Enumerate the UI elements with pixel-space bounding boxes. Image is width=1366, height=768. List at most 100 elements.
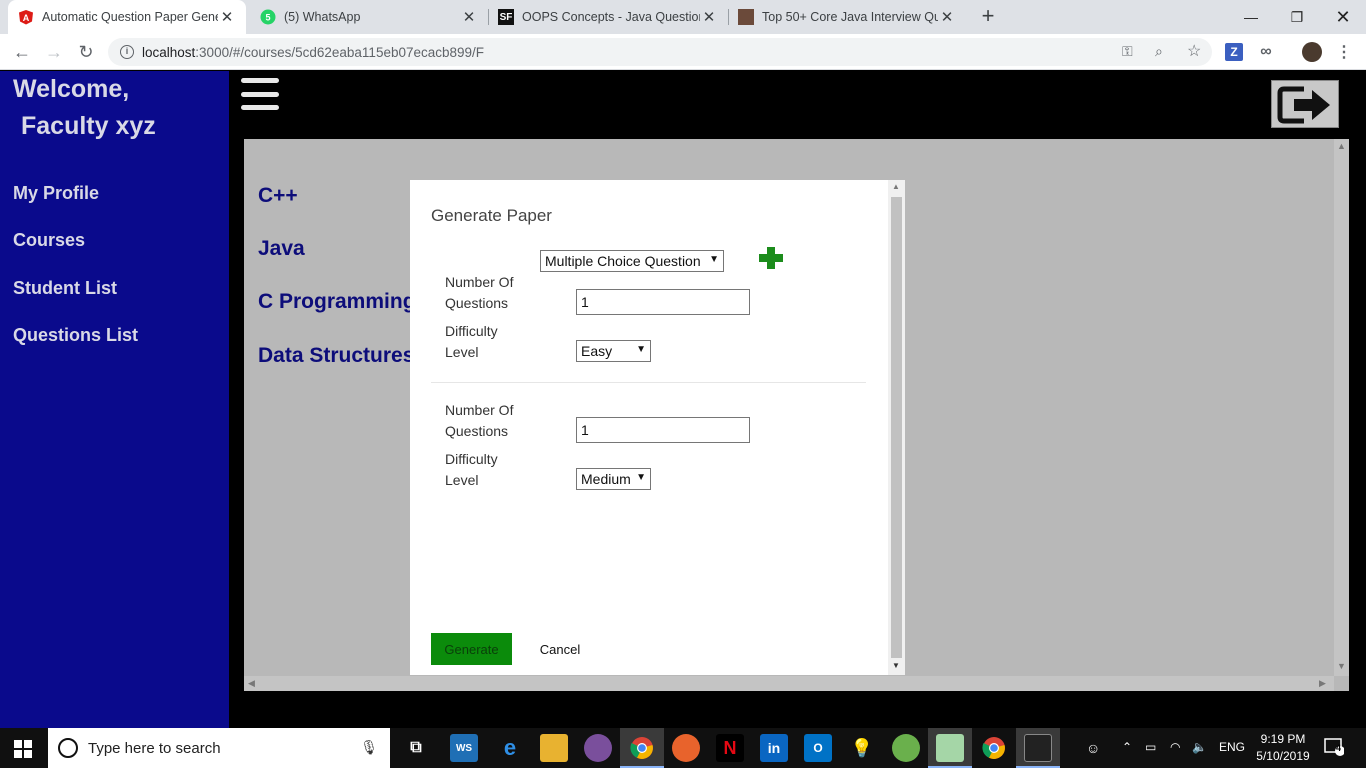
spreadsheet-icon[interactable] xyxy=(936,734,964,762)
close-window-button[interactable]: ✕ xyxy=(1320,0,1366,34)
course-item-java[interactable]: Java xyxy=(258,237,305,261)
course-item-data-structures[interactable]: Data Structures xyxy=(258,344,414,368)
course-item-cpp[interactable]: C++ xyxy=(258,184,298,208)
label-line: Questions xyxy=(445,295,509,311)
new-tab-button[interactable]: + xyxy=(976,4,1000,28)
app-icon[interactable] xyxy=(584,734,612,762)
scroll-left-icon[interactable]: ◀ xyxy=(248,678,255,689)
sidebar-item-student-list[interactable]: Student List xyxy=(13,278,117,299)
add-section-button[interactable] xyxy=(758,246,784,272)
file-explorer-icon[interactable] xyxy=(540,734,568,762)
profile-avatar-icon[interactable] xyxy=(1302,42,1322,62)
tab-whatsapp[interactable]: 5 (5) WhatsApp ✕ xyxy=(250,0,488,34)
restore-button[interactable]: ❐ xyxy=(1274,0,1320,34)
language-indicator[interactable]: ENG xyxy=(1219,740,1245,754)
edge-icon[interactable]: e xyxy=(496,734,524,762)
chrome-icon[interactable] xyxy=(628,734,656,762)
scroll-up-icon[interactable]: ▲ xyxy=(892,182,900,191)
faculty-name: Faculty xyz xyxy=(21,112,156,140)
key-icon[interactable]: ⚿ xyxy=(1122,43,1133,60)
chevron-up-icon[interactable]: ⌃ xyxy=(1122,740,1132,754)
zoom-icon[interactable]: ⌕ xyxy=(1155,43,1163,60)
forward-button[interactable]: → xyxy=(42,40,66,64)
firefox-icon[interactable] xyxy=(672,734,700,762)
difficulty-value: Easy xyxy=(581,343,613,359)
infinity-extension-icon[interactable]: ∞ xyxy=(1256,42,1276,62)
tips-lightbulb-icon[interactable]: 💡 xyxy=(848,734,876,762)
dialog-scrollbar[interactable]: ▲ ▼ xyxy=(888,180,905,675)
label-line: Difficulty xyxy=(445,323,498,339)
whatsapp-icon: 5 xyxy=(260,9,276,25)
bookmark-star-icon[interactable]: ☆ xyxy=(1187,41,1201,61)
scroll-down-icon[interactable]: ▼ xyxy=(1337,661,1346,671)
difficulty-select[interactable]: Medium ▼ xyxy=(576,468,651,490)
terminal-icon[interactable] xyxy=(1024,734,1052,762)
horizontal-scrollbar[interactable]: ◀ ▶ xyxy=(244,676,1334,691)
windows-start-icon[interactable] xyxy=(14,740,32,758)
tab-core-java[interactable]: Top 50+ Core Java Interview Que ✕ xyxy=(728,0,966,34)
hamburger-menu-icon[interactable] xyxy=(241,78,279,110)
number-of-questions-input[interactable] xyxy=(576,289,750,315)
zotero-extension-icon[interactable]: Z xyxy=(1225,43,1243,61)
task-view-icon[interactable]: ⧉ xyxy=(402,734,430,762)
close-tab-icon[interactable]: ✕ xyxy=(700,8,718,26)
svg-text:5: 5 xyxy=(265,13,270,23)
notifications-icon[interactable]: 4 xyxy=(1324,738,1345,756)
people-icon[interactable]: ☺ xyxy=(1086,740,1100,756)
linkedin-icon[interactable]: in xyxy=(760,734,788,762)
sidebar-item-courses[interactable]: Courses xyxy=(13,230,85,251)
battery-icon[interactable]: ▭ xyxy=(1145,740,1156,754)
label-line: Questions xyxy=(445,423,509,439)
clock-time: 9:19 PM xyxy=(1260,732,1306,746)
taskbar-clock[interactable]: 9:19 PM 5/10/2019 xyxy=(1250,731,1316,765)
site-info-icon[interactable]: i xyxy=(120,45,134,59)
scroll-down-icon[interactable]: ▼ xyxy=(892,661,900,670)
sidebar-item-questions-list[interactable]: Questions List xyxy=(13,325,138,346)
section-divider xyxy=(431,382,866,383)
webstorm-icon[interactable]: WS xyxy=(450,734,478,762)
microphone-icon[interactable]: 🎙 xyxy=(360,739,378,756)
wifi-icon[interactable]: ◠ xyxy=(1170,740,1180,754)
chrome-icon[interactable] xyxy=(980,734,1008,762)
close-tab-icon[interactable]: ✕ xyxy=(938,8,956,26)
minimize-button[interactable]: — xyxy=(1228,0,1274,34)
url-path: :3000/#/courses/5cd62eaba115eb07ecacb899… xyxy=(195,44,485,60)
vertical-scrollbar[interactable]: ▲ ▼ xyxy=(1334,139,1349,676)
label-line: Number Of xyxy=(445,402,514,418)
course-item-c-programming[interactable]: C Programming xyxy=(258,290,416,314)
svg-text:A: A xyxy=(23,13,30,23)
difficulty-select[interactable]: Easy ▼ xyxy=(576,340,651,362)
close-tab-icon[interactable]: ✕ xyxy=(218,8,236,26)
volume-icon[interactable]: 🔈 xyxy=(1192,740,1207,754)
outlook-icon[interactable]: O xyxy=(804,734,832,762)
cortana-icon xyxy=(58,738,78,758)
scroll-up-icon[interactable]: ▲ xyxy=(1337,141,1346,151)
reload-button[interactable]: ↻ xyxy=(74,40,98,64)
book-icon xyxy=(738,9,754,25)
scroll-right-icon[interactable]: ▶ xyxy=(1319,678,1326,689)
dialog-title: Generate Paper xyxy=(431,206,552,225)
welcome-heading: Welcome, Faculty xyz xyxy=(13,71,156,145)
tab-title: Top 50+ Core Java Interview Que xyxy=(762,10,938,24)
tab-title: OOPS Concepts - Java Questions xyxy=(522,10,700,24)
question-type-select[interactable]: Multiple Choice Question ▼ xyxy=(540,250,724,272)
number-of-questions-input[interactable] xyxy=(576,417,750,443)
back-button[interactable]: ← xyxy=(10,40,34,64)
scrollbar-thumb[interactable] xyxy=(891,197,902,658)
cancel-button[interactable]: Cancel xyxy=(532,633,588,665)
taskbar-search-box[interactable]: Type here to search 🎙 xyxy=(48,728,390,768)
close-tab-icon[interactable]: ✕ xyxy=(460,8,478,26)
menu-kebab-icon[interactable]: ⋮ xyxy=(1334,42,1354,62)
url-bar[interactable]: i localhost:3000/#/courses/5cd62eaba115e… xyxy=(108,38,1212,66)
netflix-icon[interactable]: N xyxy=(716,734,744,762)
android-studio-icon[interactable] xyxy=(892,734,920,762)
generate-button[interactable]: Generate xyxy=(431,633,512,665)
url-host: localhost xyxy=(142,44,196,60)
app-top-bar xyxy=(229,71,1366,139)
tab-automatic-question-paper[interactable]: A Automatic Question Paper Gener ✕ xyxy=(8,0,246,34)
sidebar-item-my-profile[interactable]: My Profile xyxy=(13,183,99,204)
question-type-value: Multiple Choice Question xyxy=(545,253,701,269)
logout-button[interactable] xyxy=(1271,80,1339,128)
windows-taskbar: Type here to search 🎙 ⧉ WS e N in O 💡 ☺ … xyxy=(0,728,1366,768)
tab-oops-concepts[interactable]: SF OOPS Concepts - Java Questions ✕ xyxy=(488,0,728,34)
